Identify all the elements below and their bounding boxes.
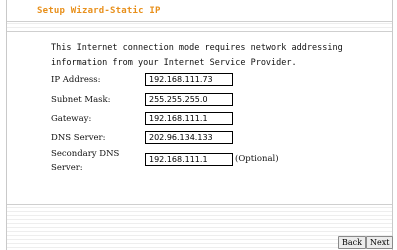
wizard-frame: Setup Wizard-Static IP This Internet con… bbox=[6, 0, 394, 250]
subnet-mask-label: Subnet Mask: bbox=[51, 95, 111, 105]
optional-note: (Optional) bbox=[235, 154, 279, 164]
ip-address-field[interactable] bbox=[145, 73, 233, 86]
ip-address-label: IP Address: bbox=[51, 75, 101, 85]
secondary-dns-field[interactable] bbox=[145, 153, 233, 166]
gateway-field[interactable] bbox=[145, 112, 233, 125]
gateway-label: Gateway: bbox=[51, 114, 92, 124]
panel-bottom-divider bbox=[7, 204, 392, 205]
title-divider bbox=[7, 21, 392, 22]
dns-server-field[interactable] bbox=[145, 131, 233, 144]
next-button[interactable]: Next bbox=[366, 236, 394, 249]
subnet-mask-field[interactable] bbox=[145, 93, 233, 106]
page-title: Setup Wizard-Static IP bbox=[37, 6, 161, 16]
dns-server-label: DNS Server: bbox=[51, 133, 106, 143]
secondary-dns-label-line2: Server: bbox=[51, 163, 83, 173]
back-button[interactable]: Back bbox=[338, 236, 366, 249]
intro-text: This Internet connection mode requires n… bbox=[51, 43, 343, 68]
secondary-dns-label-line1: Secondary DNS bbox=[51, 149, 120, 159]
title-bar: Setup Wizard-Static IP bbox=[7, 0, 392, 22]
